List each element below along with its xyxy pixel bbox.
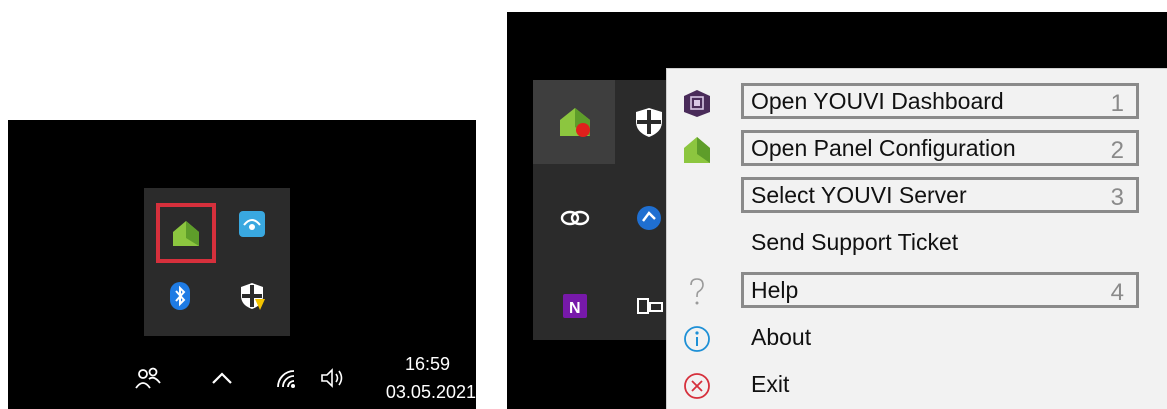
annotation-number: 1 [1110,90,1124,117]
menu-item-label: About [751,324,812,350]
annotation-number: 4 [1110,279,1124,306]
menu-item-help[interactable]: 4 Help [667,268,1167,314]
question-icon [681,276,713,308]
chevron-up-icon[interactable] [204,358,240,398]
windows-security-icon[interactable] [234,278,270,314]
exit-icon [681,370,713,402]
taskbar: 16:59 03.05.2021 [8,348,476,409]
people-icon[interactable] [128,358,168,398]
menu-item-open-panel-configuration[interactable]: 2 Open Panel Configuration [667,126,1167,172]
clock-date: 03.05.2021 [385,382,476,402]
tray-overflow-window: N [533,80,667,340]
bluetooth-icon[interactable] [162,278,198,314]
volume-icon[interactable] [314,358,350,398]
device-icon[interactable] [629,286,669,326]
menu-item-label: Send Support Ticket [751,229,959,255]
clock-time: 16:59 [404,354,450,374]
youvi-tray-icon[interactable] [156,203,216,263]
menu-item-send-support-ticket[interactable]: Send Support Ticket [667,220,1167,266]
wifi-icon[interactable] [268,358,304,398]
taskbar-clock[interactable]: 16:59 03.05.2021 [368,348,476,409]
menu-item-open-youvi-dashboard[interactable]: 1 Open YOUVI Dashboard [667,79,1167,125]
youvi-house-icon [681,134,713,166]
tray-overflow-window [144,188,290,336]
menu-item-label: Exit [751,371,790,397]
network-app-icon[interactable] [234,206,270,242]
windows-security-icon[interactable] [629,102,669,142]
menu-item-label: Open Panel Configuration [751,135,1016,161]
context-menu-screenshot-right: N 1 Open YOUVI Dashboard 2 Open Panel Co… [507,12,1167,409]
info-icon [681,323,713,355]
menu-item-label: Select YOUVI Server [751,182,967,208]
annotation-number: 3 [1110,184,1124,211]
link-icon[interactable] [555,198,595,238]
menu-item-select-youvi-server[interactable]: 3 Select YOUVI Server [667,173,1167,219]
menu-item-label: Help [751,277,799,303]
menu-item-label: Open YOUVI Dashboard [751,88,1004,114]
taskbar-screenshot-left: 16:59 03.05.2021 [8,120,476,409]
youvi-context-menu: 1 Open YOUVI Dashboard 2 Open Panel Conf… [666,68,1167,409]
onenote-icon[interactable]: N [555,286,595,326]
menu-item-exit[interactable]: Exit [667,362,1167,408]
svg-text:N: N [569,300,581,317]
youvi-dashboard-icon [681,87,713,119]
remote-connection-icon[interactable] [629,198,669,238]
youvi-tray-icon[interactable] [555,102,595,142]
menu-item-about[interactable]: About [667,315,1167,361]
annotation-number: 2 [1110,137,1124,164]
annotation-box: 4 [741,272,1139,308]
